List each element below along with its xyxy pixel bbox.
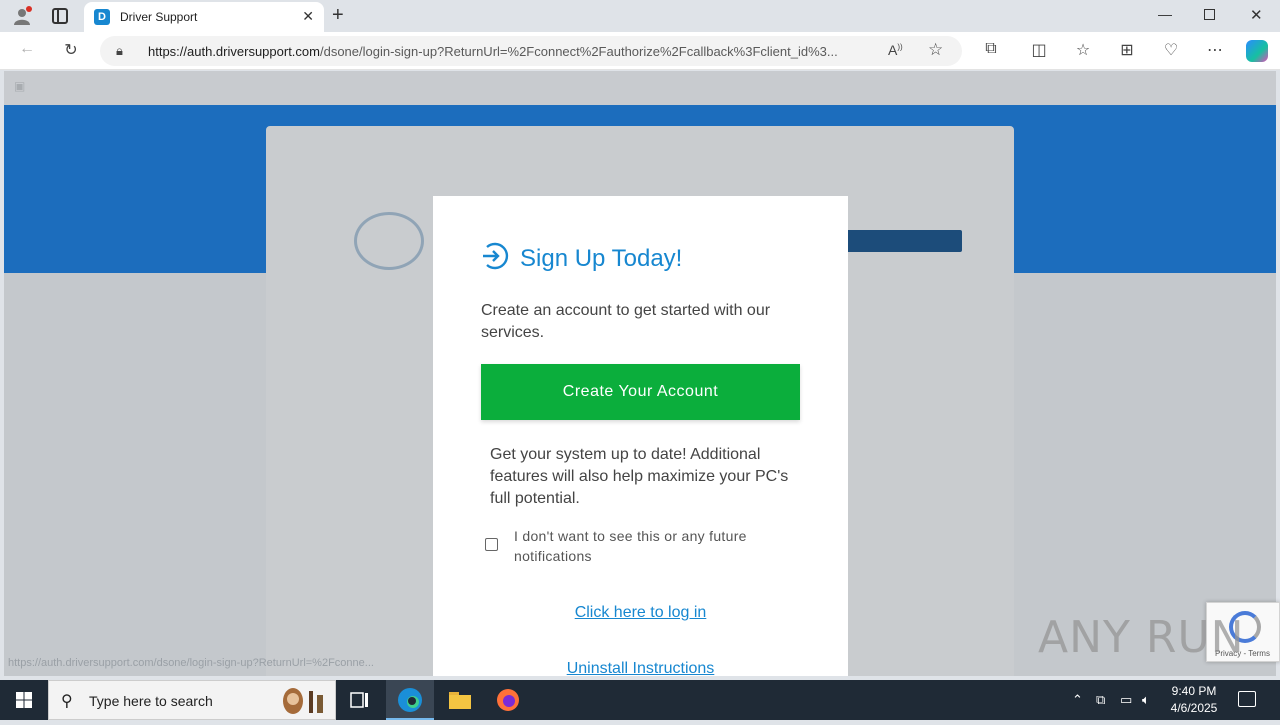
close-tab-icon[interactable]: ✕ [302,8,314,25]
folder-icon [449,692,471,709]
edge-icon [398,688,422,712]
browser-toolbar: ← ↻ 🔒︎ https://auth.driversupport.com/ds… [0,32,1280,70]
page-card-button [846,230,962,252]
taskbar-firefox[interactable] [484,680,532,720]
driver-support-favicon-icon: D [94,9,110,25]
no-notifications-label[interactable]: I don't want to see this or any future n… [514,526,784,566]
task-view-button[interactable] [336,680,384,720]
minimize-icon[interactable]: — [1158,6,1172,22]
new-tab-icon[interactable]: + [332,5,344,25]
modal-promo-text: Get your system up to date! Additional f… [490,446,789,507]
read-aloud-icon[interactable]: A)) [888,42,903,58]
status-bar-url: https://auth.driversupport.com/dsone/log… [8,657,374,669]
tab-actions-icon[interactable] [52,8,68,24]
lock-icon[interactable]: 🔒︎ [116,43,123,59]
volume-icon[interactable]: 🔈︎ [1142,692,1150,708]
anyrun-watermark: ANY RUN [1038,612,1245,663]
tab-title: Driver Support [120,10,198,24]
collections-icon[interactable]: ⊞ [1116,40,1138,60]
refresh-icon[interactable]: ↻ [60,40,82,60]
page-brand-icon: ▣ [14,79,26,93]
search-icon: ⚲ [61,693,73,710]
taskbar-clock[interactable]: 9:40 PM 4/6/2025 [1160,683,1228,717]
firefox-icon [497,689,519,711]
taskbar-file-explorer[interactable] [436,680,484,720]
address-bar[interactable]: 🔒︎ https://auth.driversupport.com/dsone/… [100,36,962,66]
windows-logo-icon [16,692,32,708]
page-header: ▣ [4,71,1276,105]
sign-up-modal: Sign Up Today! Create an account to get … [433,196,848,676]
favorites-icon[interactable]: ☆ [1072,40,1094,60]
split-screen-icon[interactable]: ◫ [1028,40,1050,60]
uninstall-instructions-link[interactable]: Uninstall Instructions [433,660,848,676]
sign-in-arrow-icon [483,242,509,270]
login-link[interactable]: Click here to log in [433,604,848,622]
tab-driver-support[interactable]: D Driver Support ✕ [84,2,324,32]
modal-description: Create an account to get started with ou… [481,302,771,341]
profile-icon[interactable] [12,6,32,26]
create-account-button[interactable]: Create Your Account [481,364,800,420]
tray-device-icon[interactable]: ⧉ [1096,692,1105,708]
extensions-icon[interactable]: ⧉ [980,40,1002,58]
favorite-star-icon[interactable]: ☆ [928,40,943,60]
modal-title: Sign Up Today! [520,245,683,272]
settings-more-icon[interactable]: ⋯ [1204,40,1226,60]
tray-chevron-icon[interactable]: ⌃ [1072,692,1083,708]
network-icon[interactable]: ▭ [1120,692,1132,708]
clock-date: 4/6/2025 [1170,701,1218,715]
no-notifications-checkbox[interactable] [485,538,498,551]
dell-logo-icon [354,212,424,270]
taskbar-search-box[interactable]: ⚲ Type here to search [48,680,336,720]
start-button[interactable] [0,680,48,720]
windows-taskbar: ⚲ Type here to search ⌃ ⧉ ▭ 🔈︎ 9:40 PM 4… [0,680,1280,720]
tab-strip: D Driver Support ✕ + — ✕ [0,0,1280,32]
notifications-icon[interactable] [1238,691,1256,707]
search-highlight-art-icon [283,688,323,714]
search-placeholder: Type here to search [89,693,213,709]
restore-icon[interactable] [1204,9,1215,20]
close-window-icon[interactable]: ✕ [1250,6,1263,24]
url-text[interactable]: https://auth.driversupport.com/dsone/log… [148,44,878,59]
copilot-icon[interactable] [1246,40,1268,62]
back-icon[interactable]: ← [16,40,38,58]
taskbar-edge[interactable] [386,680,434,720]
clock-time: 9:40 PM [1171,684,1217,698]
browser-essentials-icon[interactable]: ♡ [1160,40,1182,60]
task-view-icon [350,692,368,708]
